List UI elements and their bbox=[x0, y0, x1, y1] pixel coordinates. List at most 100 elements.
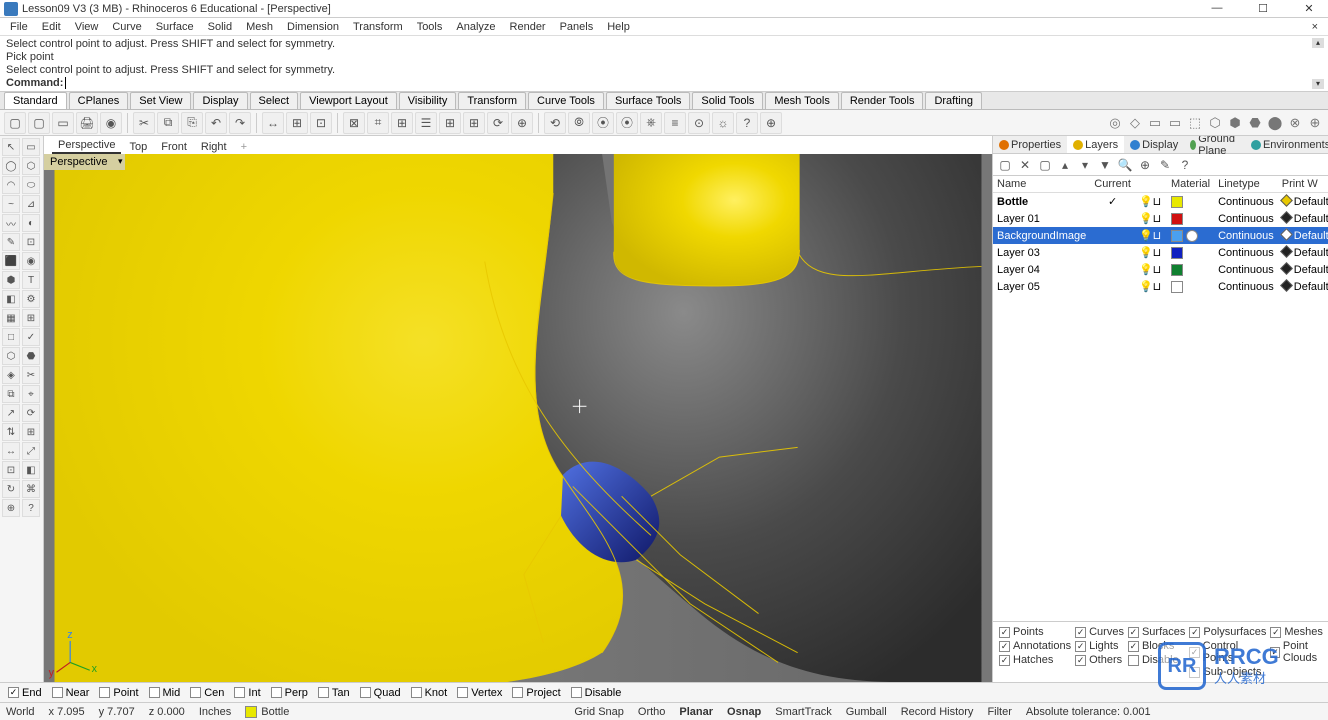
tool-button[interactable]: ⧉ bbox=[2, 385, 20, 403]
toolbar-tab[interactable]: Solid Tools bbox=[692, 92, 763, 109]
tool-button[interactable]: ⤢ bbox=[22, 442, 40, 460]
filter-polysurfaces[interactable]: ✓Polysurfaces bbox=[1189, 626, 1266, 638]
tool-button[interactable]: ⬣ bbox=[22, 347, 40, 365]
lightbulb-icon[interactable]: 💡 bbox=[1139, 246, 1151, 259]
osnap-option-icon[interactable]: ⬤ bbox=[1266, 114, 1284, 132]
toolbar-button[interactable]: ⎈ bbox=[640, 112, 662, 134]
tool-button[interactable]: ◠ bbox=[2, 176, 20, 194]
tool-button[interactable]: ~ bbox=[2, 195, 20, 213]
toolbar-tab[interactable]: Select bbox=[250, 92, 299, 109]
layer-color-swatch[interactable] bbox=[1171, 196, 1183, 208]
status-osnap[interactable]: Osnap bbox=[727, 706, 761, 718]
lock-icon[interactable]: ⊔ bbox=[1151, 212, 1163, 225]
cmd-scroll-down-icon[interactable]: ▾ bbox=[1312, 79, 1324, 89]
lock-icon[interactable]: ⊔ bbox=[1151, 195, 1163, 208]
layer-row[interactable]: Layer 01💡⊔Continuous Default bbox=[993, 210, 1328, 227]
toolbar-button[interactable]: ☰ bbox=[415, 112, 437, 134]
toolbar-tab[interactable]: Set View bbox=[130, 92, 191, 109]
status-gridsnap[interactable]: Grid Snap bbox=[574, 706, 624, 718]
viewport-tab-front[interactable]: Front bbox=[155, 140, 193, 154]
lightbulb-icon[interactable]: 💡 bbox=[1139, 195, 1151, 208]
osnap-disable[interactable]: Disable bbox=[571, 687, 622, 699]
tool-button[interactable]: ◧ bbox=[2, 290, 20, 308]
toolbar-button[interactable]: ⟲ bbox=[544, 112, 566, 134]
tool-button[interactable]: ⊕ bbox=[2, 499, 20, 517]
toolbar-button[interactable]: ⊡ bbox=[310, 112, 332, 134]
layer-color-swatch[interactable] bbox=[1171, 264, 1183, 276]
toolbar-button[interactable]: ⌗ bbox=[367, 112, 389, 134]
osnap-near[interactable]: Near bbox=[52, 687, 90, 699]
toolbar-tab[interactable]: Viewport Layout bbox=[300, 92, 397, 109]
menu-tools[interactable]: Tools bbox=[411, 21, 449, 33]
toolbar-button[interactable]: 🖨 bbox=[76, 112, 98, 134]
tool-button[interactable]: ⊞ bbox=[22, 423, 40, 441]
filter-hatches[interactable]: ✓Hatches bbox=[999, 654, 1071, 666]
toolbar-tab[interactable]: Render Tools bbox=[841, 92, 924, 109]
osnap-perp[interactable]: Perp bbox=[271, 687, 308, 699]
panel-tab-display[interactable]: Display bbox=[1124, 136, 1184, 153]
toolbar-tab[interactable]: CPlanes bbox=[69, 92, 129, 109]
layer-tool-icon[interactable]: ▢ bbox=[1037, 157, 1053, 173]
filter-lights[interactable]: ✓Lights bbox=[1075, 640, 1124, 652]
osnap-vertex[interactable]: Vertex bbox=[457, 687, 502, 699]
layer-tool-icon[interactable]: ▴ bbox=[1057, 157, 1073, 173]
status-smarttrack[interactable]: SmartTrack bbox=[775, 706, 831, 718]
tool-button[interactable]: ⇅ bbox=[2, 423, 20, 441]
menu-solid[interactable]: Solid bbox=[202, 21, 238, 33]
layer-table[interactable]: NameCurrentMaterialLinetypePrint W Bottl… bbox=[993, 176, 1328, 621]
layer-column-header[interactable]: Linetype bbox=[1214, 176, 1278, 193]
tool-button[interactable]: ◈ bbox=[2, 366, 20, 384]
toolbar-button[interactable]: ⦾ bbox=[568, 112, 590, 134]
tool-button[interactable]: ⬡ bbox=[22, 157, 40, 175]
tool-button[interactable]: ? bbox=[22, 499, 40, 517]
osnap-option-icon[interactable]: ◎ bbox=[1106, 114, 1124, 132]
lightbulb-icon[interactable]: 💡 bbox=[1139, 229, 1151, 242]
layer-row[interactable]: Layer 04💡⊔Continuous Default bbox=[993, 261, 1328, 278]
layer-row[interactable]: Layer 05💡⊔Continuous Default bbox=[993, 278, 1328, 295]
status-filter[interactable]: Filter bbox=[987, 706, 1011, 718]
tool-button[interactable]: □ bbox=[2, 328, 20, 346]
layer-tool-icon[interactable]: 🔍 bbox=[1117, 157, 1133, 173]
tool-button[interactable]: ⊿ bbox=[22, 195, 40, 213]
osnap-mid[interactable]: Mid bbox=[149, 687, 181, 699]
filter-annotations[interactable]: ✓Annotations bbox=[999, 640, 1071, 652]
lock-icon[interactable]: ⊔ bbox=[1151, 280, 1163, 293]
menu-mesh[interactable]: Mesh bbox=[240, 21, 279, 33]
lightbulb-icon[interactable]: 💡 bbox=[1139, 212, 1151, 225]
command-prompt[interactable]: Command: bbox=[6, 77, 1322, 89]
panel-tab-environments[interactable]: Environments bbox=[1245, 136, 1328, 153]
layer-column-header[interactable] bbox=[1135, 176, 1167, 193]
menu-help[interactable]: Help bbox=[601, 21, 636, 33]
viewport-tab-perspective[interactable]: Perspective bbox=[52, 138, 121, 154]
menu-render[interactable]: Render bbox=[504, 21, 552, 33]
toolbar-button[interactable]: ⊞ bbox=[463, 112, 485, 134]
tool-button[interactable]: ✎ bbox=[2, 233, 20, 251]
toolbar-button[interactable]: ↶ bbox=[205, 112, 227, 134]
tool-button[interactable]: ⊡ bbox=[2, 461, 20, 479]
menu-edit[interactable]: Edit bbox=[36, 21, 67, 33]
min-button[interactable]: — bbox=[1202, 2, 1232, 15]
osnap-option-icon[interactable]: ◇ bbox=[1126, 114, 1144, 132]
layer-row[interactable]: Layer 03💡⊔Continuous Default bbox=[993, 244, 1328, 261]
layer-column-header[interactable]: Material bbox=[1167, 176, 1214, 193]
osnap-end[interactable]: ✓End bbox=[8, 687, 42, 699]
toolbar-button[interactable]: ⦿ bbox=[616, 112, 638, 134]
toolbar-tab[interactable]: Mesh Tools bbox=[765, 92, 838, 109]
toolbar-button[interactable]: ⊞ bbox=[286, 112, 308, 134]
toolbar-button[interactable]: ⊕ bbox=[511, 112, 533, 134]
filter-curves[interactable]: ✓Curves bbox=[1075, 626, 1124, 638]
panel-tab-properties[interactable]: Properties bbox=[993, 136, 1067, 153]
tool-button[interactable]: ⊡ bbox=[22, 233, 40, 251]
panel-tab-layers[interactable]: Layers bbox=[1067, 136, 1124, 153]
tool-button[interactable]: ◧ bbox=[22, 461, 40, 479]
tool-button[interactable]: ↖ bbox=[2, 138, 20, 156]
toolbar-button[interactable]: ▭ bbox=[52, 112, 74, 134]
menu-dimension[interactable]: Dimension bbox=[281, 21, 345, 33]
tool-button[interactable]: ↻ bbox=[2, 480, 20, 498]
toolbar-tab[interactable]: Standard bbox=[4, 92, 67, 109]
osnap-option-icon[interactable]: ⬚ bbox=[1186, 114, 1204, 132]
layer-row[interactable]: BackgroundImage💡⊔Continuous Default bbox=[993, 227, 1328, 244]
viewport-label[interactable]: Perspective bbox=[44, 154, 125, 170]
layer-color-swatch[interactable] bbox=[1171, 213, 1183, 225]
tool-button[interactable]: ◯ bbox=[2, 157, 20, 175]
